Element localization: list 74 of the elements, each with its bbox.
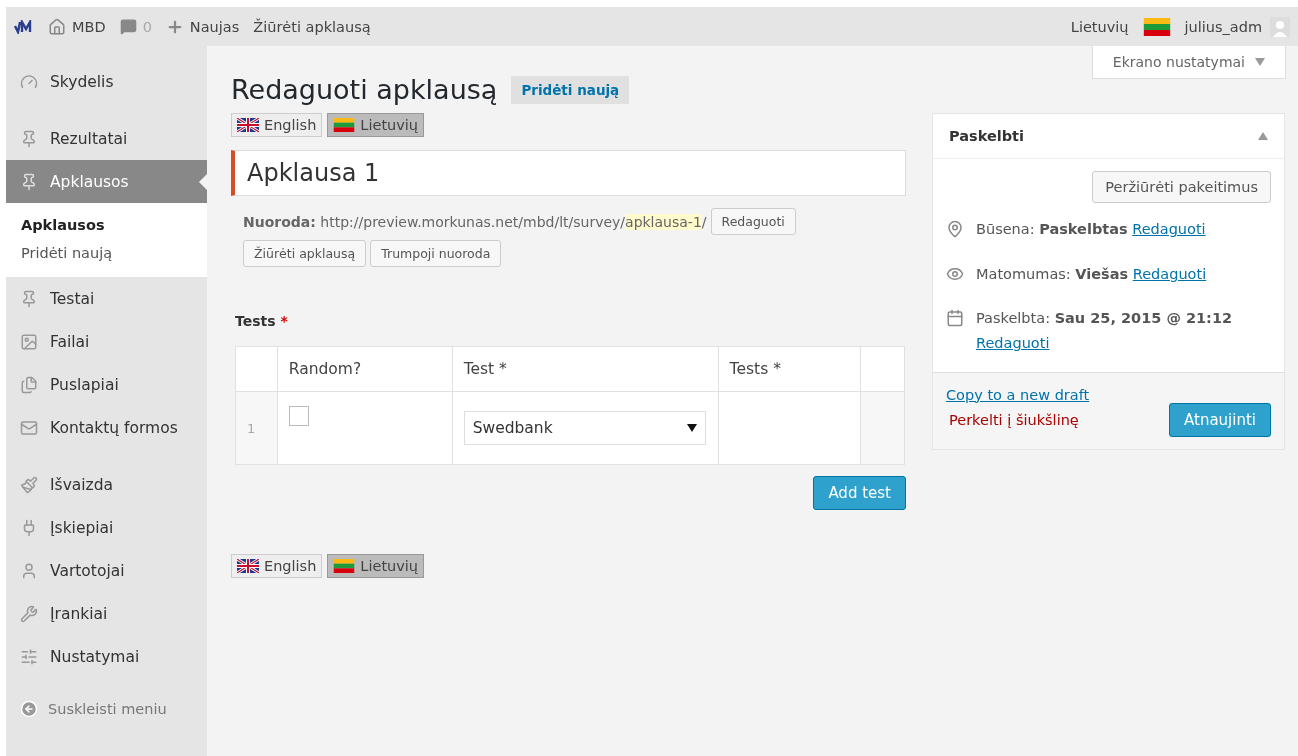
calendar-icon [946, 309, 964, 328]
column-header: Random? [277, 346, 453, 392]
sidebar-item[interactable]: Įskiepiai [6, 506, 207, 549]
submenu-item[interactable]: Apklausos [6, 211, 207, 239]
permalink-text: Nuoroda: http://preview.morkunas.net/mbd/lt/survey/apklausa-1/ [243, 213, 707, 230]
edit-link[interactable]: Redaguoti [1132, 221, 1206, 237]
menu-icon [20, 129, 38, 148]
menu-icon [20, 418, 38, 437]
copy-draft-link[interactable]: Copy to a new draft [946, 386, 1090, 403]
submenu-item[interactable]: Pridėti naują [6, 239, 207, 267]
site-link[interactable]: MBD [48, 17, 106, 36]
column-header: Tests * [718, 346, 860, 392]
menu-icon [20, 172, 38, 191]
collapse-icon [20, 700, 38, 718]
menu-icon [20, 289, 38, 308]
sidebar-item[interactable]: Puslapiai [6, 363, 207, 406]
sidebar-item[interactable]: Apklausos [6, 160, 207, 203]
comment-icon [119, 18, 137, 35]
lithuanian-flag-icon [333, 118, 356, 132]
publish-info: Matomumas: Viešas Redaguoti [976, 264, 1207, 284]
sidebar-item[interactable]: Nustatymai [6, 635, 207, 678]
view-link[interactable]: Žiūrėti apklausą [253, 18, 371, 35]
logo-icon[interactable] [14, 19, 34, 34]
uk-flag-icon [237, 118, 259, 132]
title-field[interactable]: Apklausa 1 [231, 150, 906, 196]
row-number: 1 [247, 421, 256, 436]
sidebar-item[interactable]: Kontaktų formos [6, 406, 207, 449]
menu-icon [20, 604, 38, 623]
dropdown-caret-icon[interactable] [686, 424, 697, 432]
pin-icon [946, 220, 964, 238]
collapse-menu-button[interactable]: Suskleisti meniu [6, 700, 207, 718]
add-new-button[interactable]: Pridėti naują [511, 75, 630, 104]
column-header: Test * [452, 346, 719, 392]
lithuanian-flag-icon [1142, 17, 1171, 36]
caret-icon[interactable] [1255, 58, 1265, 66]
menu-icon [20, 375, 38, 394]
language-link[interactable]: Lietuvių [1070, 18, 1129, 35]
sidebar-item[interactable]: Testai [6, 277, 207, 320]
panel-title: Paskelbti [949, 128, 1024, 144]
edit-permalink-button[interactable]: Redaguoti [710, 208, 796, 235]
sidebar-item[interactable]: Vartotojai [6, 549, 207, 592]
trash-link[interactable]: Perkelti į šiukšlinę [946, 411, 1079, 428]
sidebar-item[interactable]: Rezultatai [6, 117, 207, 160]
sidebar-item[interactable]: Failai [6, 320, 207, 363]
language-button[interactable]: Lietuvių [327, 554, 425, 578]
menu-icon [20, 332, 38, 351]
menu-icon [20, 561, 38, 580]
test-select[interactable]: Swedbank [463, 411, 706, 445]
user-link[interactable]: julius_adm [1184, 18, 1262, 35]
view-button[interactable]: Žiūrėti apklausą [243, 240, 367, 267]
language-button[interactable]: English [231, 113, 323, 137]
menu-icon [20, 647, 38, 666]
menu-icon [20, 475, 38, 494]
menu-icon [20, 72, 38, 91]
language-button[interactable]: Lietuvių [327, 113, 425, 137]
publish-info: Paskelbta: Sau 25, 2015 @ 21:12 Redaguoti [976, 309, 1234, 353]
uk-flag-icon [237, 559, 259, 573]
publish-info: Būsena: Paskelbtas Redaguoti [976, 220, 1206, 239]
sidebar-item[interactable]: Skydelis [6, 60, 207, 103]
sidebar-item[interactable]: Išvaizda [6, 463, 207, 506]
preview-button[interactable]: Peržiūrėti pakeitimus [1092, 171, 1271, 203]
page-title: Redaguoti apklausą [231, 74, 498, 105]
new-link[interactable]: Naujas [165, 17, 240, 36]
screen-options-button[interactable]: Ekrano nustatymai [1091, 46, 1286, 79]
tests-label: Tests * [235, 313, 289, 329]
shortlink-button[interactable]: Trumpoji nuoroda [370, 240, 502, 267]
edit-link[interactable]: Redaguoti [976, 334, 1050, 351]
lithuanian-flag-icon [333, 559, 356, 573]
language-button[interactable]: English [231, 554, 323, 578]
sidebar-item[interactable]: Įrankiai [6, 592, 207, 635]
collapse-caret-icon[interactable] [1258, 132, 1268, 140]
random-checkbox[interactable] [288, 406, 309, 426]
home-icon [48, 17, 66, 36]
edit-link[interactable]: Redaguoti [1132, 265, 1207, 282]
